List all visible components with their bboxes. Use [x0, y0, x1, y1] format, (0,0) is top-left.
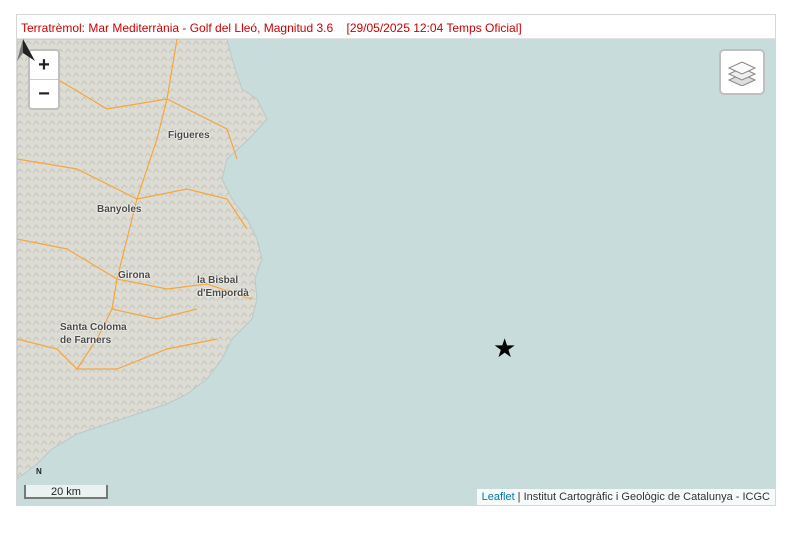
attribution: Leaflet | Institut Cartogràfic i Geològi… [476, 489, 775, 505]
layers-icon [728, 61, 756, 86]
town-banyoles: Banyoles [97, 204, 142, 215]
town-farners: de Farners [60, 335, 112, 346]
zoom-out-button[interactable]: − [30, 79, 58, 108]
attribution-separator: | [514, 491, 524, 503]
provider-credit: Institut Cartogràfic i Geològic de Catal… [523, 491, 770, 503]
town-santa-coloma: Santa Coloma [60, 322, 127, 333]
town-girona: Girona [118, 270, 151, 281]
layers-button[interactable] [719, 49, 765, 95]
north-arrow-icon [17, 39, 35, 61]
map-widget: Terratrèmol: Mar Mediterrània - Golf del… [16, 14, 776, 506]
map-canvas[interactable]: Figueres Banyoles Girona la Bisbal d'Emp… [17, 39, 775, 505]
star-icon[interactable]: ★ [493, 335, 516, 361]
leaflet-link[interactable]: Leaflet [482, 491, 515, 503]
event-datetime: [29/05/2025 12:04 Temps Oficial] [346, 21, 522, 35]
earthquake-title: Terratrèmol: Mar Mediterrània - Golf del… [17, 15, 775, 39]
town-figueres: Figueres [168, 130, 210, 141]
scale-bar: 20 km [24, 485, 108, 499]
town-la-bisbal: la Bisbal [197, 275, 239, 286]
event-description: Terratrèmol: Mar Mediterrània - Golf del… [21, 21, 334, 35]
north-label: N [36, 467, 42, 476]
town-emporda: d'Empordà [197, 288, 249, 299]
